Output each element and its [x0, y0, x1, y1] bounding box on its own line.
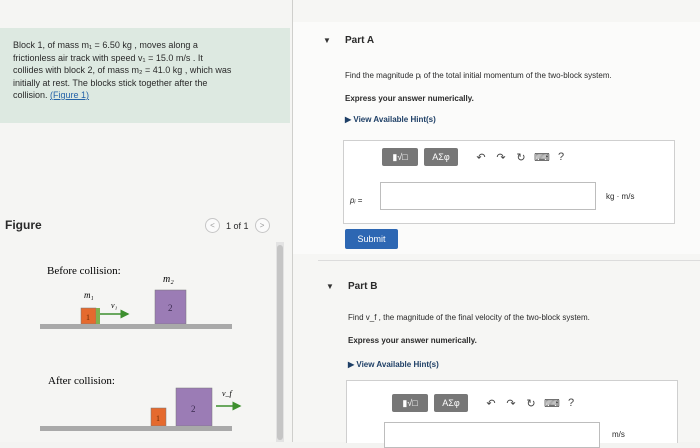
track-after [40, 426, 232, 431]
track-before [40, 324, 232, 329]
greek-symbols-button[interactable]: ΑΣφ [424, 148, 458, 166]
vf-label: v_f [222, 389, 234, 398]
part-a-unit: kg · m/s [606, 192, 635, 201]
part-a-question: Find the magnitude pᵢ of the total initi… [345, 71, 612, 80]
block-1-after-number: 1 [156, 414, 160, 423]
help-icon[interactable]: ? [564, 397, 578, 409]
v1-label: v₁ [111, 301, 118, 310]
figure-link[interactable]: (Figure 1) [50, 90, 89, 100]
part-b-instruction: Express your answer numerically. [348, 336, 477, 345]
problem-line: Block 1, of mass m₁ = 6.50 kg , moves al… [13, 40, 198, 50]
problem-line: frictionless air track with speed v₁ = 1… [13, 52, 203, 63]
redo-icon[interactable]: ↷ [494, 151, 508, 164]
part-a-hint-link[interactable]: ▶ View Available Hint(s) [345, 115, 436, 124]
block-2-number: 2 [168, 303, 173, 313]
caret-down-icon[interactable]: ▼ [326, 282, 334, 291]
help-icon[interactable]: ? [554, 151, 568, 163]
before-collision-label: Before collision: [47, 265, 121, 277]
part-a-label[interactable]: Part A [345, 35, 374, 46]
problem-statement: Block 1, of mass m₁ = 6.50 kg , moves al… [0, 28, 290, 123]
part-a-instruction: Express your answer numerically. [345, 94, 474, 103]
templates-button[interactable]: ▮√□ [392, 394, 428, 412]
block-1-number: 1 [86, 313, 90, 322]
part-b-hint-link[interactable]: ▶ View Available Hint(s) [348, 360, 439, 369]
greek-symbols-button[interactable]: ΑΣφ [434, 394, 468, 412]
part-b-unit: m/s [612, 430, 625, 439]
problem-text: collision. [13, 90, 51, 100]
part-a-variable-label: pᵢ = [350, 196, 363, 205]
chevron-left-icon[interactable]: < [205, 218, 220, 233]
math-toolbar: ▮√□ ΑΣφ ↶ ↷ ↻ ⌨ ? [392, 394, 578, 412]
math-toolbar: ▮√□ ΑΣφ ↶ ↷ ↻ ⌨ ? [382, 148, 568, 166]
problem-line: collision. (Figure 1) [13, 89, 282, 102]
block-1-before-top [96, 308, 100, 324]
keyboard-icon[interactable]: ⌨ [544, 397, 560, 410]
hint-text: View Available Hint(s) [356, 360, 439, 369]
part-a-answer-input[interactable] [380, 182, 596, 210]
caret-down-icon[interactable]: ▼ [323, 36, 331, 45]
hint-text: View Available Hint(s) [353, 115, 436, 124]
part-b-question: Find v_f , the magnitude of the final ve… [348, 313, 590, 322]
block-2-after-number: 2 [191, 404, 196, 414]
chevron-right-icon[interactable]: > [254, 218, 270, 233]
figure-scrollbar-thumb[interactable] [277, 245, 283, 440]
pager-text: 1 of 1 [226, 220, 249, 231]
m1-label: m₁ [84, 290, 94, 300]
figure-pager: < 1 of 1 > [205, 218, 270, 233]
collision-figure: Before collision: m₂ m₁ v₁ 1 2 After col… [40, 265, 242, 431]
m2-label: m₂ [163, 274, 174, 285]
reset-icon[interactable]: ↻ [524, 397, 538, 410]
templates-button[interactable]: ▮√□ [382, 148, 418, 166]
part-b-label[interactable]: Part B [348, 281, 377, 292]
problem-line: initially at rest. The blocks stick toge… [13, 77, 208, 88]
problem-line: collides with block 2, of mass m₂ = 41.0… [13, 65, 232, 75]
figure-title: Figure [5, 218, 42, 232]
redo-icon[interactable]: ↷ [504, 397, 518, 410]
undo-icon[interactable]: ↶ [474, 151, 488, 164]
reset-icon[interactable]: ↻ [514, 151, 528, 164]
part-b-answer-input[interactable] [384, 422, 600, 448]
after-collision-label: After collision: [48, 375, 115, 387]
undo-icon[interactable]: ↶ [484, 397, 498, 410]
keyboard-icon[interactable]: ⌨ [534, 151, 550, 164]
part-separator [318, 260, 700, 261]
submit-button[interactable]: Submit [345, 229, 398, 249]
